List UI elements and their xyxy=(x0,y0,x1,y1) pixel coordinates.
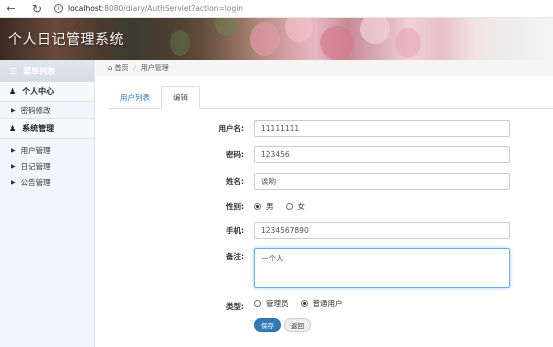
info-icon: i xyxy=(54,4,63,13)
form-row-password: 密码: 123456 xyxy=(190,146,535,163)
form-row-remark: 备注: 一个人 xyxy=(190,248,535,288)
back-arrow-icon[interactable]: ← xyxy=(2,0,20,18)
form-row-name: 姓名: 诶哟 xyxy=(190,173,535,190)
caret-right-icon: ▶ xyxy=(11,178,16,186)
sidebar-section-title-system[interactable]: ♟ 系统管理 xyxy=(0,119,94,139)
caret-right-icon: ▶ xyxy=(11,162,16,170)
gender-male-radio[interactable] xyxy=(254,202,261,210)
user-icon: ♟ xyxy=(9,87,17,96)
form-row-username: 用户名: 11111111 xyxy=(190,120,535,137)
breadcrumb-separator: / xyxy=(133,64,136,72)
remark-textarea[interactable]: 一个人 xyxy=(254,248,510,288)
menu-icon: ☰ xyxy=(10,66,18,76)
sidebar-section-personal: ♟ 个人中心 ▶ 密码修改 xyxy=(0,82,94,119)
form-row-gender: 性别: 男 女 xyxy=(190,199,535,213)
sidebar-header: ☰ 菜单列表 xyxy=(0,60,94,82)
gender-label: 性别: xyxy=(226,201,244,211)
breadcrumb-current: 用户管理 xyxy=(140,64,169,72)
tab-edit[interactable]: 编辑 xyxy=(161,86,200,109)
caret-right-icon: ▶ xyxy=(11,106,16,114)
tab-user-list[interactable]: 用户列表 xyxy=(109,86,161,108)
caret-right-icon: ▶ xyxy=(11,146,16,154)
gender-option-female[interactable]: 女 xyxy=(285,201,305,212)
form-row-phone: 手机: 1234567890 xyxy=(190,222,535,239)
gender-female-radio[interactable] xyxy=(285,202,293,210)
browser-toolbar: ← ↻ i localhost:8080/diary/AuthServlet?a… xyxy=(0,0,553,18)
type-admin-radio[interactable] xyxy=(254,299,261,307)
type-radio-group: 管理员 普通用户 xyxy=(254,298,355,309)
form-actions: 保存 返回 xyxy=(254,318,553,332)
type-normal-user-radio[interactable] xyxy=(300,299,308,307)
sidebar: ☰ 菜单列表 ♟ 个人中心 ▶ 密码修改 ♟ 系统管理 ▶ 用户管理 ▶ 日记管… xyxy=(0,60,95,347)
sidebar-item-user-management[interactable]: ▶ 用户管理 xyxy=(0,142,94,158)
gender-option-male[interactable]: 男 xyxy=(254,201,274,212)
password-label: 密码: xyxy=(226,150,244,159)
home-icon: ⌂ xyxy=(108,64,113,72)
user-icon: ♟ xyxy=(9,124,17,133)
name-label: 姓名: xyxy=(226,177,244,186)
type-option-admin[interactable]: 管理员 xyxy=(254,298,289,309)
reload-icon[interactable]: ↻ xyxy=(28,0,46,18)
back-button[interactable]: 返回 xyxy=(284,318,311,332)
sidebar-item-change-password[interactable]: ▶ 密码修改 xyxy=(0,102,94,118)
address-bar[interactable]: i localhost:8080/diary/AuthServlet?actio… xyxy=(54,2,243,16)
phone-field[interactable]: 1234567890 xyxy=(254,222,510,239)
sidebar-section-system: ♟ 系统管理 ▶ 用户管理 ▶ 日记管理 ▶ 公告管理 xyxy=(0,119,94,190)
password-field[interactable]: 123456 xyxy=(254,146,510,163)
breadcrumb-home[interactable]: 首页 xyxy=(114,63,128,73)
username-label: 用户名: xyxy=(218,124,245,133)
tab-bar: 用户列表 编辑 xyxy=(109,86,553,109)
type-option-normal-user[interactable]: 普通用户 xyxy=(300,298,343,309)
header-banner: 个人日记管理系统 xyxy=(0,18,553,60)
system-title: 个人日记管理系统 xyxy=(8,31,124,47)
sidebar-header-label: 菜单列表 xyxy=(23,66,56,76)
phone-label: 手机: xyxy=(226,226,244,235)
sidebar-section-title-personal[interactable]: ♟ 个人中心 xyxy=(0,82,94,102)
remark-label: 备注: xyxy=(226,252,244,261)
breadcrumb: ⌂ 首页 / 用户管理 xyxy=(96,60,553,76)
form-row-type: 类型: 管理员 普通用户 xyxy=(190,296,535,311)
sidebar-item-diary-management[interactable]: ▶ 日记管理 xyxy=(0,158,94,174)
gender-radio-group: 男 女 xyxy=(254,201,317,212)
name-field[interactable]: 诶哟 xyxy=(254,173,510,190)
url-text: localhost:8080/diary/AuthServlet?action=… xyxy=(68,4,244,13)
save-button[interactable]: 保存 xyxy=(254,318,281,332)
username-field[interactable]: 11111111 xyxy=(254,120,510,137)
sidebar-item-notice-management[interactable]: ▶ 公告管理 xyxy=(0,174,94,190)
type-label: 类型: xyxy=(226,301,244,311)
